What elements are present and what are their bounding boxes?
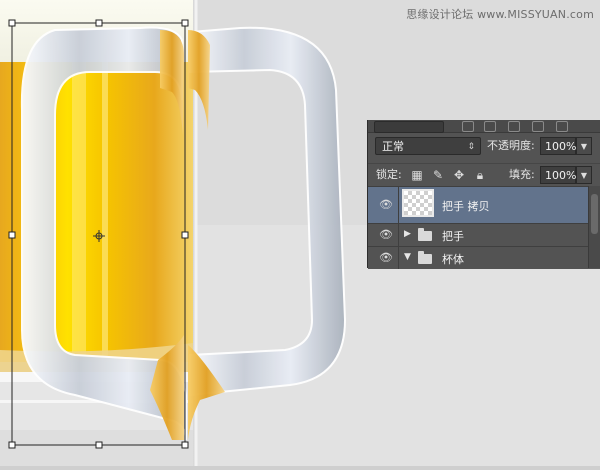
move-icon[interactable]: ✥ <box>452 168 466 182</box>
layer-row-handle-group[interactable]: 👁︎ ▶ 把手 <box>368 223 600 246</box>
opacity-label: 不透明度: <box>487 139 535 152</box>
folder-icon <box>418 251 432 264</box>
filter-shape-icon[interactable] <box>532 121 544 132</box>
layer-name[interactable]: 杯体 <box>442 251 464 267</box>
opacity-input[interactable]: 100% <box>540 137 576 155</box>
eye-icon[interactable]: 👁︎ <box>378 251 394 265</box>
filter-smart-icon[interactable] <box>556 121 568 132</box>
blend-row: 正常 ⇕ 不透明度: 100% ▼ <box>368 133 600 159</box>
visibility-divider <box>398 247 399 269</box>
scrollbar-thumb[interactable] <box>591 194 598 234</box>
checker-lock-icon[interactable]: ▦ <box>410 168 424 182</box>
layer-thumbnail[interactable] <box>402 189 434 217</box>
fill-dropdown-icon[interactable]: ▼ <box>576 166 592 184</box>
layers-toolbar <box>368 120 600 133</box>
folder-icon <box>418 228 432 241</box>
collapse-triangle-icon[interactable]: ▼ <box>404 252 411 262</box>
lock-label: 锁定: <box>376 168 402 181</box>
filter-image-icon[interactable] <box>462 121 474 132</box>
updown-icon: ⇕ <box>467 142 475 152</box>
watermark: 思缘设计论坛 www.MISSYUAN.com <box>406 8 594 21</box>
filter-adjust-icon[interactable] <box>484 121 496 132</box>
visibility-divider <box>398 187 399 223</box>
lock-row: 锁定: ▦ ✎ ✥ 🔒︎ 填充: 100% ▼ <box>368 163 600 186</box>
brush-icon[interactable]: ✎ <box>431 168 445 182</box>
layer-row-body-group[interactable]: 👁︎ ▼ 杯体 <box>368 246 600 269</box>
photoshop-canvas[interactable]: 思缘设计论坛 www.MISSYUAN.com 正常 ⇕ 不透明度: 100% … <box>0 0 600 466</box>
visibility-divider <box>398 224 399 246</box>
layer-row-handle-copy[interactable]: 👁︎ 把手 拷贝 <box>368 186 600 223</box>
fill-label: 填充: <box>509 168 535 181</box>
layer-name[interactable]: 把手 拷贝 <box>442 198 490 214</box>
expand-triangle-icon[interactable]: ▶ <box>404 229 411 239</box>
fill-input[interactable]: 100% <box>540 166 576 184</box>
layer-filter-select[interactable] <box>374 121 444 133</box>
filter-type-icon[interactable] <box>508 121 520 132</box>
eye-icon[interactable]: 👁︎ <box>378 228 394 242</box>
blend-mode-select[interactable]: 正常 ⇕ <box>375 137 481 155</box>
opacity-dropdown-icon[interactable]: ▼ <box>576 137 592 155</box>
blend-mode-value: 正常 <box>382 140 404 153</box>
eye-icon[interactable]: 👁︎ <box>378 198 394 212</box>
layer-name[interactable]: 把手 <box>442 228 464 244</box>
layers-panel[interactable]: 正常 ⇕ 不透明度: 100% ▼ 锁定: ▦ ✎ ✥ 🔒︎ 填充: 100% … <box>367 120 600 269</box>
layers-scrollbar[interactable] <box>588 186 600 268</box>
lock-icon[interactable]: 🔒︎ <box>473 168 487 182</box>
